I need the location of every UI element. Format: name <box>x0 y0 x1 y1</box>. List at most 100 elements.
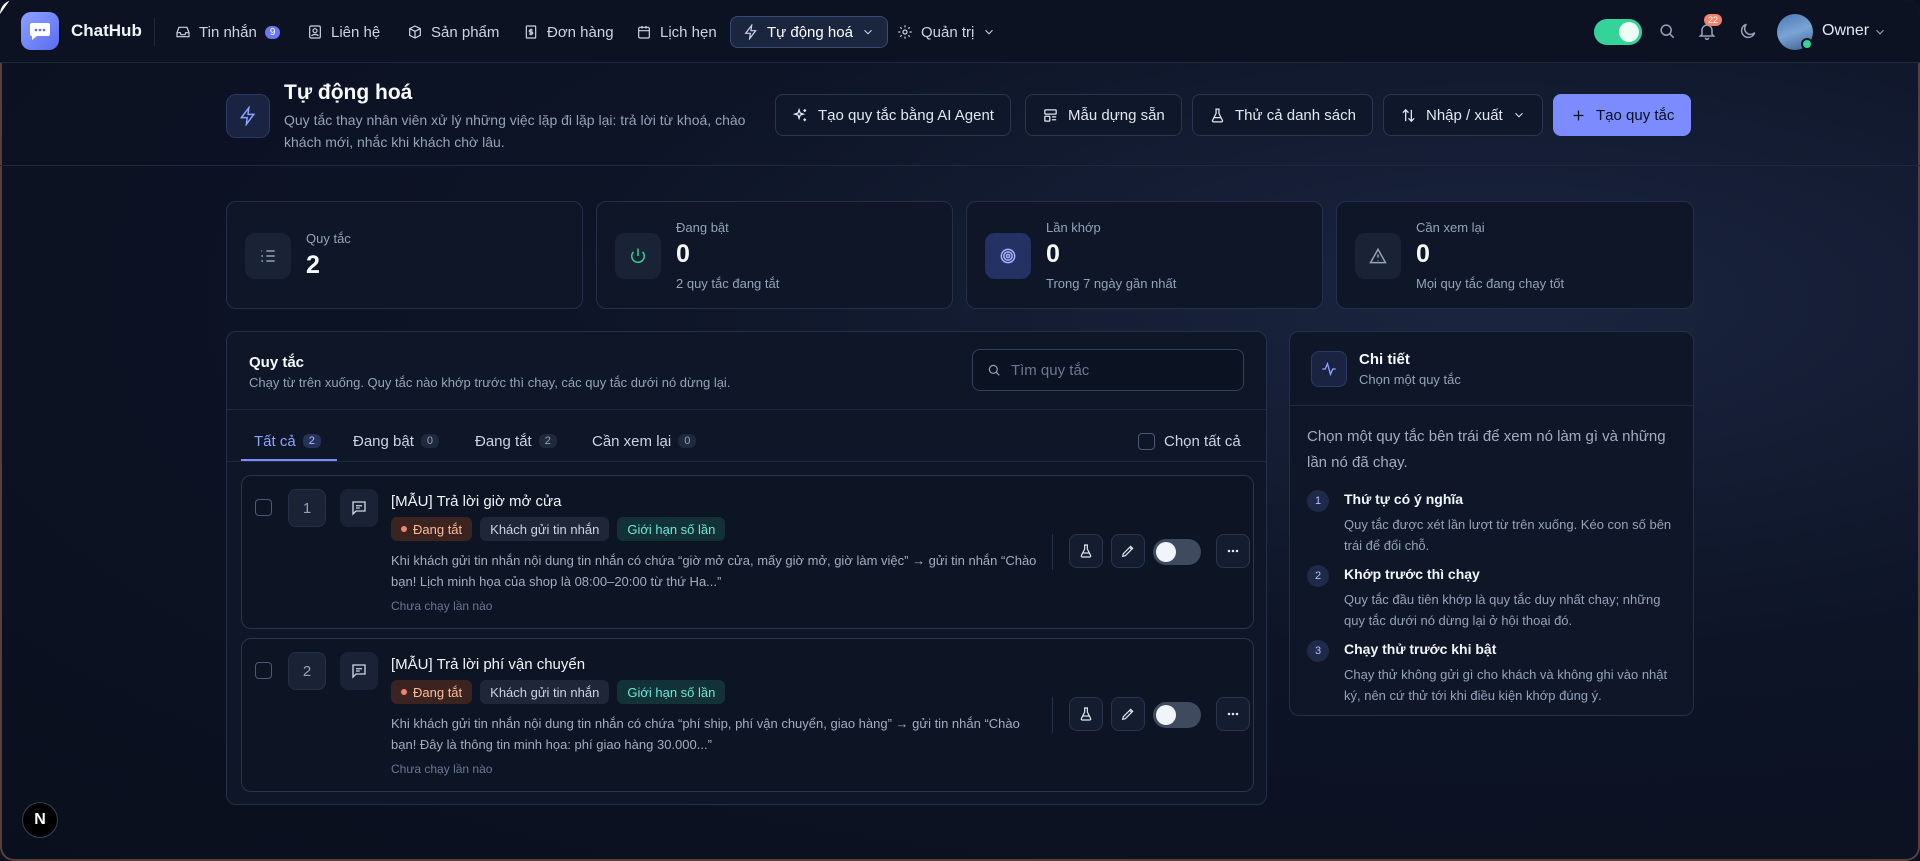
divider <box>227 409 1266 410</box>
templates-button[interactable]: Mẫu dựng sẵn <box>1025 94 1182 136</box>
search-icon[interactable] <box>1657 21 1677 41</box>
rule-description: Khi khách gửi tin nhắn nội dung tin nhắn… <box>391 553 1037 589</box>
flask-icon <box>1080 707 1092 721</box>
rule-card[interactable]: 1 [MẪU] Trả lời giờ mở cửa Đang tắt Khác… <box>241 475 1254 629</box>
flask-icon <box>1080 544 1092 558</box>
status-badge: Đang tắt <box>391 517 473 541</box>
rule-title[interactable]: [MẪU] Trả lời phí vận chuyển <box>391 656 585 673</box>
online-status-dot <box>1801 38 1813 50</box>
nav-item-label: Quản trị <box>921 23 975 41</box>
warning-icon <box>1355 233 1401 279</box>
chevron-down-icon <box>864 29 872 35</box>
test-rule-button[interactable] <box>1069 697 1103 731</box>
message-square-icon <box>340 652 378 690</box>
stat-value: 2 <box>306 251 320 279</box>
step-number: 2 <box>1307 565 1329 587</box>
user-name[interactable]: Owner <box>1822 22 1869 40</box>
nav-item-messages[interactable]: Tin nhắn 9 <box>175 16 281 48</box>
rule-order-handle[interactable]: 2 <box>288 652 326 690</box>
select-all-checkbox[interactable] <box>1138 432 1155 450</box>
stat-label: Đang bật <box>676 220 729 235</box>
rule-enable-toggle[interactable] <box>1153 539 1201 565</box>
more-options-button[interactable] <box>1216 534 1250 568</box>
rule-tags: Đang tắt Khách gửi tin nhắn Giới hạn số … <box>391 680 726 704</box>
rule-tags: Đang tắt Khách gửi tin nhắn Giới hạn số … <box>391 517 726 541</box>
divider <box>1290 405 1693 406</box>
stat-card-rules: Quy tắc 2 <box>226 201 583 309</box>
button-label: Tạo quy tắc <box>1596 106 1675 124</box>
import-export-button[interactable]: Nhập / xuất <box>1383 94 1543 136</box>
chevron-down-icon <box>985 29 994 35</box>
nav-item-products[interactable]: Sản phẩm <box>407 16 499 48</box>
nav-item-label: Lịch hẹn <box>660 23 717 41</box>
rule-enable-toggle[interactable] <box>1153 702 1201 728</box>
stat-value: 0 <box>1416 240 1430 268</box>
list-ordered-icon <box>245 233 291 279</box>
step-number: 3 <box>1307 640 1329 662</box>
search-icon <box>988 364 1000 376</box>
rule-last-run: Chưa chạy lần nào <box>391 762 493 776</box>
notification-badge: 22 <box>1704 14 1723 26</box>
rule-card[interactable]: 2 [MẪU] Trả lời phí vận chuyển Đang tắt … <box>241 638 1254 792</box>
sparkles-icon <box>792 107 807 121</box>
tab-label: Đang tắt <box>475 432 532 450</box>
stat-sub: Trong 7 ngày gần nhất <box>1046 276 1177 291</box>
limit-badge: Giới hạn số lần <box>617 680 726 704</box>
status-toggle[interactable] <box>1594 19 1642 45</box>
search-box[interactable] <box>972 349 1244 391</box>
box-icon <box>409 25 421 39</box>
more-options-button[interactable] <box>1216 697 1250 731</box>
edit-rule-button[interactable] <box>1111 534 1145 568</box>
tab-disabled[interactable]: Đang tắt 2 <box>475 426 557 456</box>
calendar-icon <box>638 26 650 39</box>
stat-value: 0 <box>676 240 690 268</box>
nav-item-automation[interactable]: Tự động hoá <box>730 16 888 48</box>
stat-label: Cần xem lại <box>1416 220 1485 235</box>
nav-item-orders[interactable]: Đơn hàng <box>523 16 614 48</box>
rule-checkbox[interactable] <box>255 662 272 679</box>
status-badge: Đang tắt <box>391 680 473 704</box>
nav-item-appointments[interactable]: Lịch hẹn <box>636 16 717 48</box>
test-rule-button[interactable] <box>1069 534 1103 568</box>
details-title: Chi tiết <box>1359 351 1410 368</box>
message-square-icon <box>340 489 378 527</box>
brand-name: ChatHub <box>71 21 142 40</box>
tab-enabled[interactable]: Đang bật 0 <box>353 426 440 456</box>
edit-rule-button[interactable] <box>1111 697 1145 731</box>
rule-order-handle[interactable]: 1 <box>288 489 326 527</box>
more-horizontal-icon <box>1227 549 1239 553</box>
step-title: Khớp trước thì chạy <box>1344 566 1480 582</box>
panel-title: Quy tắc <box>249 354 305 371</box>
nav-item-label: Tự động hoá <box>767 23 853 41</box>
rule-description: Khi khách gửi tin nhắn nội dung tin nhắn… <box>391 716 1020 752</box>
nav-item-label: Đơn hàng <box>547 23 614 41</box>
tab-needs-review[interactable]: Cần xem lại 0 <box>592 426 697 456</box>
rule-title[interactable]: [MẪU] Trả lời giờ mở cửa <box>391 493 561 510</box>
bolt-icon <box>744 24 757 40</box>
chevron-down-icon <box>1514 112 1523 118</box>
arrows-up-down-icon <box>1402 108 1415 122</box>
rule-checkbox[interactable] <box>255 499 272 516</box>
stat-card-matches: Lần khớp 0 Trong 7 ngày gần nhất <box>966 201 1323 309</box>
tab-count: 0 <box>420 434 440 448</box>
target-icon <box>985 233 1031 279</box>
step-description: Chạy thử không gửi gì cho khách và không… <box>1344 667 1668 703</box>
ai-agent-button[interactable]: Tạo quy tắc bằng AI Agent <box>775 94 1011 136</box>
chathub-logo-icon[interactable] <box>21 12 59 50</box>
tab-all[interactable]: Tất cả 2 <box>254 426 321 456</box>
nav-item-admin[interactable]: Quản trị <box>897 16 996 48</box>
create-rule-button[interactable]: Tạo quy tắc <box>1553 94 1692 136</box>
search-input[interactable] <box>1010 361 1230 379</box>
stat-card-enabled: Đang bật 0 2 quy tắc đang tắt <box>596 201 953 309</box>
plus-icon <box>1573 110 1584 120</box>
divider <box>227 461 1266 462</box>
test-all-button[interactable]: Thử cả danh sách <box>1192 94 1373 136</box>
chevron-down-icon[interactable] <box>1873 25 1887 39</box>
step-title: Chạy thử trước khi bật <box>1344 641 1497 657</box>
moon-icon[interactable] <box>1738 21 1758 41</box>
tab-label: Đang bật <box>353 432 414 450</box>
receipt-icon <box>525 25 537 39</box>
dev-tools-badge[interactable]: N <box>22 802 58 838</box>
nav-item-contacts[interactable]: Liên hệ <box>307 16 380 48</box>
select-all[interactable]: Chọn tất cả <box>1138 426 1241 456</box>
